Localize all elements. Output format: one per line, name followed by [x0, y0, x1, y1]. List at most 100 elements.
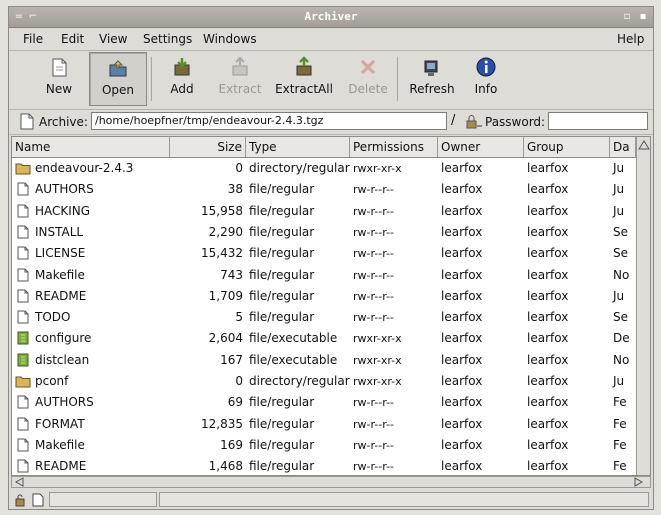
cell-owner: learfox — [441, 416, 483, 431]
delete-button[interactable]: Delete — [341, 52, 395, 106]
cell-owner: learfox — [441, 395, 483, 410]
menu-windows[interactable]: Windows — [203, 32, 257, 46]
menu-settings[interactable]: Settings — [143, 32, 192, 46]
cell-name: endeavour-2.4.3 — [12, 158, 170, 179]
column-header-group[interactable]: Group — [524, 137, 610, 157]
cell-group: learfox — [527, 416, 569, 431]
toolbar-button-label: Add — [170, 82, 194, 96]
file-name: TODO — [35, 310, 71, 325]
file-name: INSTALL — [35, 224, 84, 239]
menu-help[interactable]: Help — [617, 32, 644, 46]
table-row[interactable]: pconf 0 directory/regular rwxr-xr-x learfox l… — [12, 371, 636, 392]
file-name: AUTHORS — [35, 395, 94, 410]
table-row[interactable]: endeavour-2.4.3 0 directory/regular rwxr-xr… — [12, 158, 636, 179]
scroll-up-icon[interactable] — [637, 138, 651, 154]
cell-type: file/executable — [249, 352, 338, 367]
cell-type: file/regular — [249, 224, 315, 239]
file-name: LICENSE — [35, 246, 86, 261]
refresh-button[interactable]: Refresh — [403, 52, 461, 106]
cell-name: configure — [12, 328, 170, 349]
cell-name: Makefile — [12, 265, 170, 286]
cell-name: README — [12, 286, 170, 307]
table-row[interactable]: README 1,709 file/regular rw-r--r-- learfox l… — [12, 286, 636, 307]
cell-owner: learfox — [441, 267, 483, 282]
info-button[interactable]: Info — [463, 52, 509, 106]
scroll-left-icon[interactable] — [14, 477, 26, 487]
extract-all-icon — [296, 56, 312, 76]
cell-size: 743 — [220, 267, 243, 282]
cell-name: TODO — [12, 307, 170, 328]
extract-button[interactable]: Extract — [213, 52, 267, 106]
table-row[interactable]: distclean 167 file/executable rwxr-xr-x lear… — [12, 350, 636, 371]
table-row[interactable]: TODO 5 file/regular rw-r--r-- learfox learfox… — [12, 307, 636, 328]
cell-size: 15,958 — [201, 203, 243, 218]
column-header-date[interactable]: Da — [610, 137, 636, 157]
cell-permissions: rw-r--r-- — [353, 438, 395, 452]
column-header-owner[interactable]: Owner — [438, 137, 524, 157]
table-row[interactable]: INSTALL 2,290 file/regular rw-r--r-- learfox… — [12, 222, 636, 243]
cell-group: learfox — [527, 288, 569, 303]
archive-contents-list: Name Size Type Permissions Owner Group Da ende… — [11, 136, 651, 476]
file-name: HACKING — [35, 203, 91, 218]
table-row[interactable]: FORMAT 12,835 file/regular rw-r--r-- learfox… — [12, 414, 636, 435]
add-icon — [174, 58, 190, 76]
info-icon — [476, 57, 496, 77]
open-button[interactable]: Open — [89, 52, 147, 106]
add-button[interactable]: Add — [157, 52, 207, 106]
document-status-icon — [32, 493, 44, 507]
cell-date: Ju — [613, 288, 625, 303]
cell-group: learfox — [527, 161, 569, 175]
cell-owner: learfox — [441, 310, 483, 325]
cell-owner: learfox — [441, 352, 483, 367]
cell-group: learfox — [527, 331, 569, 346]
column-header-permissions[interactable]: Permissions — [350, 137, 438, 157]
cell-size: 169 — [220, 437, 243, 452]
title-bar[interactable]: = ⌐ Archiver ▫ ▪ — [9, 7, 653, 28]
menu-file[interactable]: File — [23, 32, 43, 46]
cell-owner: learfox — [441, 374, 483, 388]
cell-group: learfox — [527, 310, 569, 325]
cell-permissions: rw-r--r-- — [353, 417, 395, 431]
table-row[interactable]: LICENSE 15,432 file/regular rw-r--r-- learfo… — [12, 243, 636, 264]
list-header: Name Size Type Permissions Owner Group Da — [12, 137, 650, 158]
horizontal-scrollbar[interactable] — [11, 476, 651, 488]
toolbar-button-label: Delete — [348, 82, 388, 96]
extractall-button[interactable]: ExtractAll — [269, 52, 339, 106]
cell-owner: learfox — [441, 437, 483, 452]
column-header-name[interactable]: Name — [12, 137, 170, 157]
cell-date: Ju — [613, 161, 625, 175]
scroll-right-icon[interactable] — [632, 477, 644, 487]
archive-path-field[interactable]: /home/hoepfner/tmp/endeavour-2.4.3.tgz — [91, 112, 447, 130]
cell-type: file/regular — [249, 182, 315, 197]
table-row[interactable]: Makefile 743 file/regular rw-r--r-- learfox l… — [12, 265, 636, 286]
cell-name: README — [12, 456, 170, 475]
browse-slash-button[interactable]: / — [451, 113, 455, 128]
iconify-icon[interactable]: ▫ — [621, 11, 633, 22]
folder-icon — [15, 163, 31, 175]
table-row[interactable]: configure 2,604 file/executable rwxr-xr-x le… — [12, 328, 636, 349]
maximize-icon[interactable]: ▪ — [637, 11, 649, 22]
file-icon — [17, 246, 29, 260]
password-field[interactable] — [548, 112, 648, 130]
archive-file-icon — [20, 113, 34, 130]
table-row[interactable]: README 1,468 file/regular rw-r--r-- learfox l… — [12, 456, 636, 475]
table-row[interactable]: AUTHORS 69 file/regular rw-r--r-- learfox lea… — [12, 392, 636, 413]
table-row[interactable]: Makefile 169 file/regular rw-r--r-- learfox l… — [12, 435, 636, 456]
cell-name: Makefile — [12, 435, 170, 456]
menu-edit[interactable]: Edit — [61, 32, 84, 46]
cell-permissions: rw-r--r-- — [353, 225, 395, 239]
new-button[interactable]: New — [33, 52, 85, 106]
vertical-scrollbar[interactable] — [636, 137, 651, 475]
column-header-size[interactable]: Size — [170, 137, 246, 157]
cell-type: file/regular — [249, 459, 315, 474]
menu-view[interactable]: View — [99, 32, 127, 46]
column-header-type[interactable]: Type — [246, 137, 350, 157]
new-icon — [52, 58, 67, 77]
table-row[interactable]: AUTHORS 38 file/regular rw-r--r-- learfox lea… — [12, 179, 636, 200]
table-row[interactable]: HACKING 15,958 file/regular rw-r--r-- learfo… — [12, 201, 636, 222]
cell-date: Ju — [613, 182, 625, 197]
toolbar-button-label: ExtractAll — [275, 82, 333, 96]
password-label: Password: — [485, 115, 546, 129]
folder-icon — [15, 376, 31, 388]
cell-date: Fe — [613, 395, 627, 410]
